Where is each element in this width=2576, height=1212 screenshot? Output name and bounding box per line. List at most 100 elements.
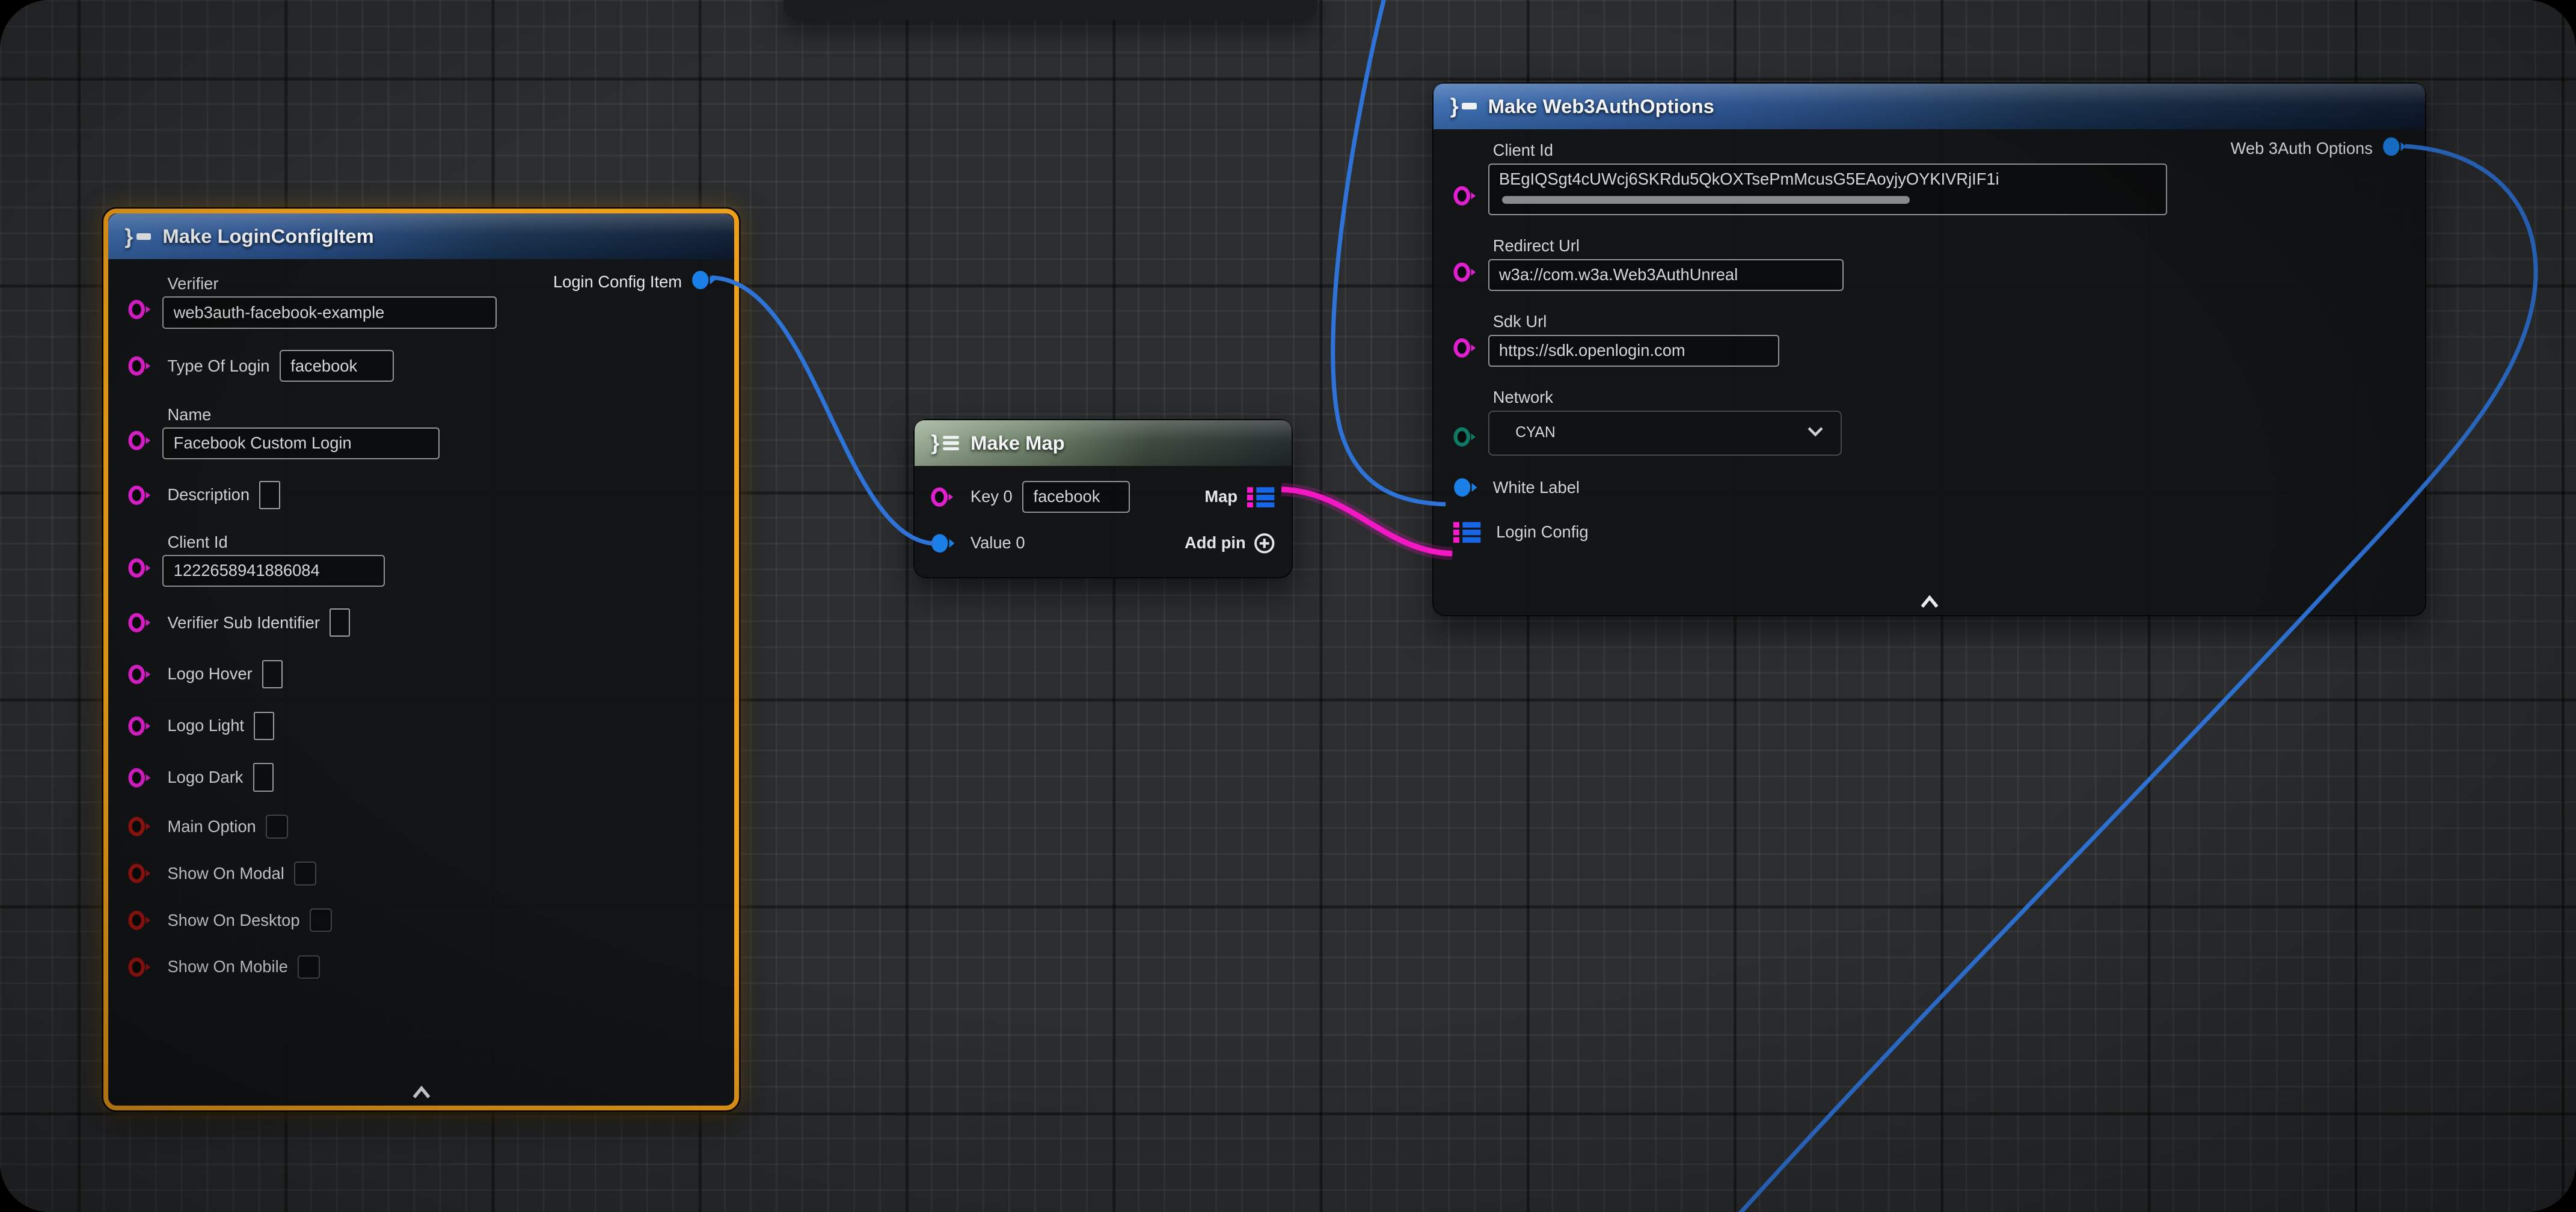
web3auth-options-output-pin[interactable] — [2382, 136, 2407, 162]
pin-label: Logo Hover — [167, 664, 252, 684]
value-0-label: Value 0 — [971, 533, 1025, 552]
pin-row-logo-light: Logo Light — [128, 712, 718, 741]
logo-dark-input[interactable] — [253, 763, 274, 792]
redirect-url-input[interactable]: w3a://com.w3a.Web3AuthUnreal — [1488, 259, 1844, 291]
verifier-input[interactable]: web3auth-facebook-example — [162, 296, 497, 328]
pin-row-network: Network CYAN — [1453, 388, 2409, 455]
value-0-pin[interactable] — [931, 533, 955, 554]
node-header[interactable]: } Make LoginConfigItem — [108, 213, 734, 259]
network-dropdown[interactable]: CYAN — [1488, 411, 1842, 456]
name-input[interactable]: Facebook Custom Login — [162, 427, 439, 459]
network-dropdown-value: CYAN — [1515, 424, 1555, 441]
logo-dark-pin[interactable] — [128, 767, 153, 789]
login-config-item-output-pin[interactable] — [692, 269, 716, 295]
verifier-pin[interactable] — [128, 299, 153, 320]
key-0-pin[interactable] — [931, 486, 955, 508]
pin-row-client-id: Client Id 1222658941886084 — [128, 533, 718, 587]
verifier-sub-identifier-pin[interactable] — [128, 612, 153, 634]
pin-row-type-of-login: Type Of Login facebook — [128, 350, 718, 382]
pin-row-show-on-mobile: Show On Mobile — [128, 955, 718, 979]
main-option-checkbox[interactable] — [266, 815, 288, 839]
add-pin-button[interactable]: Add pin — [1185, 533, 1275, 554]
client-id-pin[interactable] — [1453, 185, 1478, 207]
pin-row-main-option: Main Option — [128, 815, 718, 839]
map-output-label: Map — [1204, 487, 1237, 506]
pin-label: Logo Dark — [167, 768, 243, 787]
pin-row-sdk-url: Sdk Url https://sdk.openlogin.com — [1453, 312, 2409, 367]
show-on-modal-pin[interactable] — [128, 863, 153, 884]
pin-label: Login Config — [1496, 522, 1588, 542]
make-struct-icon: } — [1450, 94, 1477, 118]
chevron-down-icon — [1806, 424, 1824, 441]
verifier-sub-identifier-input[interactable] — [330, 608, 350, 637]
login-config-pin[interactable] — [1453, 521, 1481, 543]
node-title: Make LoginConfigItem — [162, 225, 373, 248]
field-label: Redirect Url — [1493, 236, 1844, 256]
pin-label: White Label — [1493, 478, 1580, 497]
show-on-mobile-checkbox[interactable] — [298, 955, 320, 979]
node-title: Make Map — [971, 432, 1065, 454]
field-label: Sdk Url — [1493, 312, 1780, 331]
pin-label: Logo Light — [167, 716, 244, 735]
node-header[interactable]: } Make Web3AuthOptions — [1434, 84, 2425, 129]
pin-label: Type Of Login — [167, 357, 269, 376]
pin-row-redirect-url: Redirect Url w3a://com.w3a.Web3AuthUnreal — [1453, 236, 2409, 291]
text-scrollbar[interactable] — [1502, 196, 1910, 204]
logo-light-pin[interactable] — [128, 715, 153, 737]
pin-row-description: Description — [128, 481, 718, 510]
pin-row-white-label: White Label — [1453, 477, 2409, 498]
client-id-input[interactable]: 1222658941886084 — [162, 555, 385, 587]
output-pin-label: Web 3Auth Options — [2231, 139, 2373, 158]
white-label-pin[interactable] — [1453, 477, 1478, 498]
main-option-pin[interactable] — [128, 816, 153, 837]
logo-hover-input[interactable] — [262, 660, 283, 689]
collapse-node-chevron-icon[interactable] — [1918, 595, 1941, 608]
node-title: Make Web3AuthOptions — [1488, 95, 1714, 118]
pin-label: Show On Modal — [167, 864, 284, 883]
type-of-login-input[interactable]: facebook — [280, 350, 394, 382]
name-pin[interactable] — [128, 430, 153, 451]
map-output-pin[interactable] — [1247, 486, 1275, 508]
key-0-input[interactable]: facebook — [1022, 481, 1130, 513]
offscreen-node-fragment-top[interactable] — [784, 0, 1317, 20]
field-label: Verifier — [167, 274, 497, 293]
make-map-icon: } — [931, 430, 959, 455]
logo-hover-pin[interactable] — [128, 664, 153, 685]
node-header[interactable]: } Make Map — [915, 420, 1292, 466]
add-pin-plus-icon — [1254, 533, 1275, 554]
key-0-label: Key 0 — [971, 487, 1013, 506]
pin-label: Verifier Sub Identifier — [167, 613, 320, 632]
show-on-mobile-pin[interactable] — [128, 956, 153, 978]
node-make-web3authoptions[interactable]: } Make Web3AuthOptions Client Id BEgIQSgt… — [1432, 82, 2426, 616]
network-pin[interactable] — [1453, 426, 1478, 448]
type-of-login-pin[interactable] — [128, 355, 153, 377]
pin-label: Description — [167, 485, 250, 504]
sdk-url-pin[interactable] — [1453, 337, 1478, 359]
client-id-pin[interactable] — [128, 557, 153, 579]
pin-row-logo-dark: Logo Dark — [128, 763, 718, 792]
pin-row-name: NameFacebook Custom Login — [128, 405, 718, 460]
collapse-node-chevron-icon[interactable] — [410, 1086, 433, 1099]
client-id-input[interactable]: BEgIQSgt4cUWcj6SKRdu5QkOXTsePmMcusG5EAoy… — [1488, 164, 2168, 215]
pin-label: Show On Mobile — [167, 957, 287, 976]
show-on-modal-checkbox[interactable] — [294, 862, 316, 886]
blueprint-graph-canvas[interactable]: } Make LoginConfigItem Verifier web3auth-… — [0, 0, 2576, 1212]
pin-row-logo-hover: Logo Hover — [128, 660, 718, 689]
pin-label: Show On Desktop — [167, 911, 299, 930]
field-label: Client Id — [167, 533, 385, 552]
output-pin-label: Login Config Item — [553, 272, 682, 292]
field-label: Network — [1493, 388, 1842, 407]
pin-row-show-on-desktop: Show On Desktop — [128, 908, 718, 932]
show-on-desktop-checkbox[interactable] — [310, 908, 332, 932]
node-make-map[interactable]: } Make Map Key 0 facebook Map Value 0 Ad… — [913, 419, 1293, 578]
sdk-url-input[interactable]: https://sdk.openlogin.com — [1488, 335, 1780, 367]
field-label: Client Id — [1493, 141, 2167, 160]
node-make-loginconfigitem[interactable]: } Make LoginConfigItem Verifier web3auth-… — [103, 209, 739, 1110]
logo-light-input[interactable] — [254, 712, 274, 741]
pin-label: Main Option — [167, 817, 256, 836]
description-pin[interactable] — [128, 485, 153, 506]
description-input[interactable] — [259, 481, 280, 510]
redirect-url-pin[interactable] — [1453, 262, 1478, 283]
pin-row-login-config: Login Config — [1453, 521, 2409, 543]
show-on-desktop-pin[interactable] — [128, 910, 153, 931]
